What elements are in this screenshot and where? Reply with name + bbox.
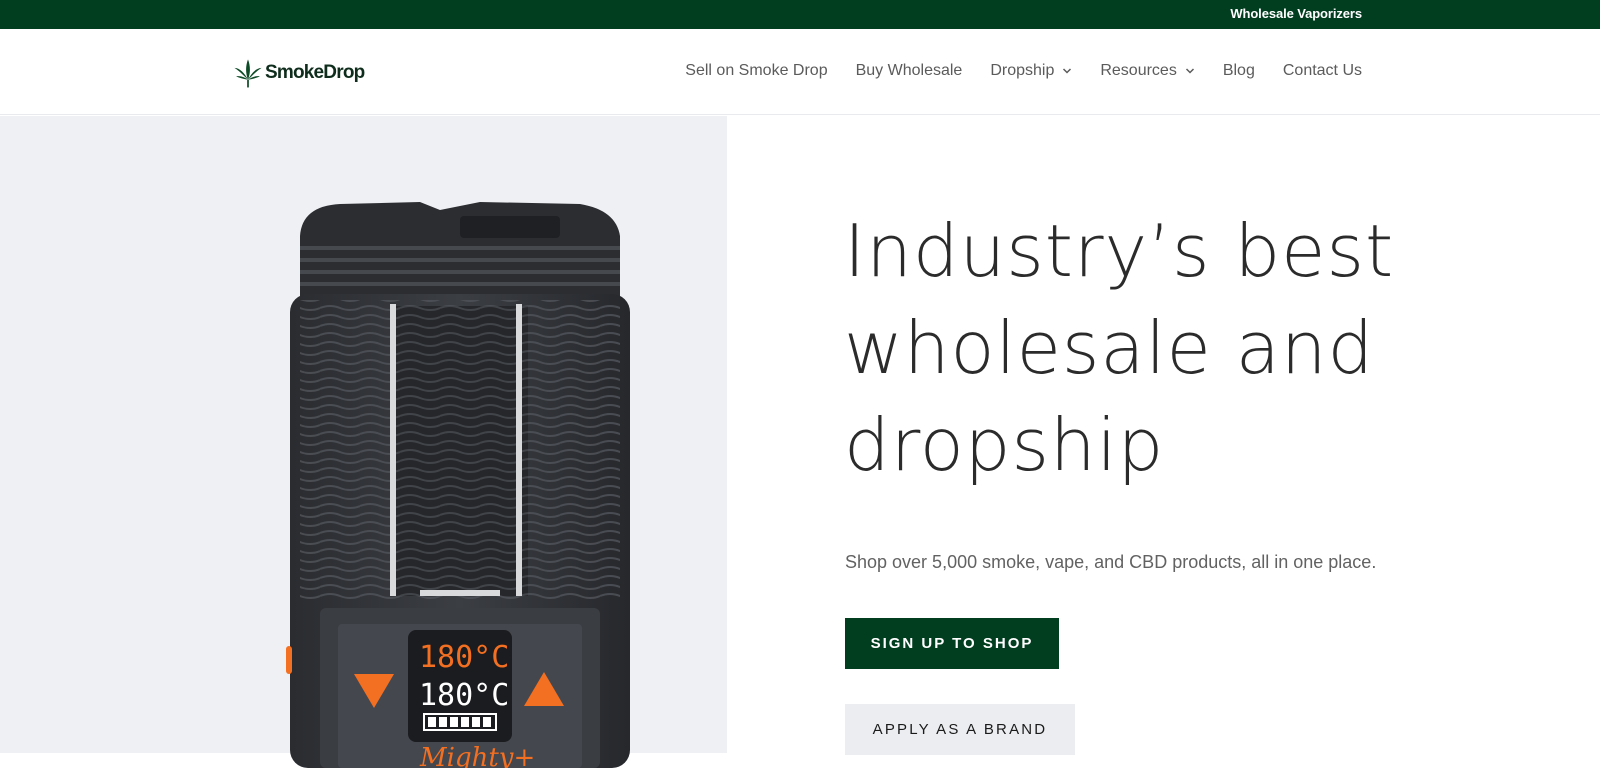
display-bottom-temp: 180°C (419, 678, 509, 713)
hero-headline: Industry’s best wholesale and dropship (844, 203, 1464, 494)
nav-label: Resources (1100, 62, 1177, 79)
top-bar: Wholesale Vaporizers (0, 0, 1600, 29)
cannabis-leaf-icon (234, 59, 262, 88)
nav-resources[interactable]: Resources (1100, 62, 1194, 80)
logo[interactable]: SmokeDrop (231, 55, 365, 91)
display-top-temp: 180°C (419, 640, 509, 675)
sign-up-to-shop-button[interactable]: SIGN UP TO SHOP (845, 618, 1059, 669)
chevron-down-icon (1185, 68, 1194, 74)
apply-as-a-brand-button[interactable]: APPLY AS A BRAND (845, 704, 1075, 755)
logo-text: SmokeDrop (265, 62, 365, 83)
chevron-down-icon (1063, 68, 1072, 74)
wholesale-vaporizers-link[interactable]: Wholesale Vaporizers (1230, 6, 1362, 21)
hero-subline: Shop over 5,000 smoke, vape, and CBD pro… (845, 552, 1377, 572)
nav-label: Contact Us (1282, 62, 1362, 79)
nav-label: Sell on Smoke Drop (685, 62, 828, 79)
nav-blog[interactable]: Blog (1223, 62, 1255, 80)
nav-label: Buy Wholesale (855, 62, 963, 79)
nav-label: Dropship (990, 62, 1055, 79)
nav-buy-wholesale[interactable]: Buy Wholesale (856, 62, 963, 80)
site-header: SmokeDrop Sell on Smoke Drop Buy Wholesa… (0, 29, 1600, 115)
headline-line: dropship (844, 403, 1165, 487)
nav-dropship[interactable]: Dropship (990, 62, 1072, 80)
vaporizer-product-image: 180°C 180°C Mighty+ (286, 202, 630, 768)
nav-label: Blog (1222, 62, 1255, 79)
headline-line: Industry’s best (844, 209, 1395, 293)
headline-line: wholesale and (844, 306, 1375, 390)
nav-contact-us[interactable]: Contact Us (1283, 62, 1362, 80)
device-brand-script: Mighty+ (419, 743, 535, 768)
nav-sell-on-smoke-drop[interactable]: Sell on Smoke Drop (685, 62, 827, 80)
main-nav: Sell on Smoke Drop Buy Wholesale Dropshi… (657, 62, 1362, 80)
